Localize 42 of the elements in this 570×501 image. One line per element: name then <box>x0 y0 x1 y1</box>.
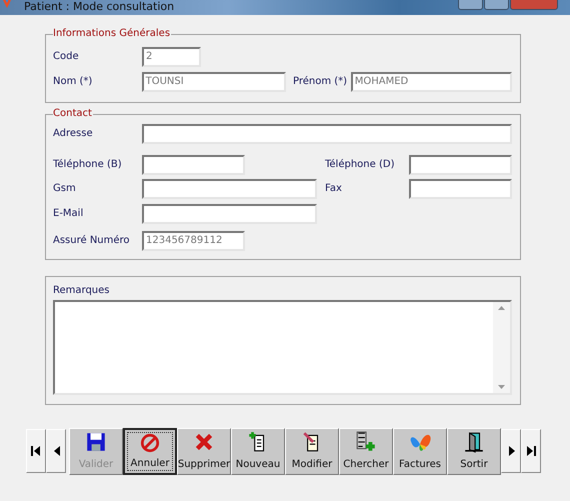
field-label: Nom (*) <box>53 76 94 88</box>
scrollbar[interactable] <box>493 302 510 392</box>
email-field[interactable] <box>142 204 317 224</box>
field-label: Adresse <box>53 128 94 140</box>
phone-field[interactable] <box>142 155 245 175</box>
phone-field[interactable] <box>409 155 512 175</box>
field-label: E-Mail <box>53 208 84 220</box>
previous-record-button[interactable] <box>46 429 66 473</box>
skip-back-icon <box>29 443 43 459</box>
toolbar-button[interactable]: Factures <box>393 428 447 474</box>
toolbar-button[interactable]: Sortir <box>447 428 501 474</box>
toolbar-button[interactable]: Nouveau <box>231 428 285 474</box>
insurance-number-field[interactable]: 123456789112 <box>142 231 245 251</box>
name-field[interactable]: TOUNSI <box>142 72 286 92</box>
remarks-field[interactable] <box>53 300 512 394</box>
first-name-field[interactable]: MOHAMED <box>350 72 512 92</box>
toolbar-button[interactable]: Annuler <box>123 428 177 474</box>
last-record-button[interactable] <box>521 429 541 473</box>
add-list-icon <box>355 430 377 452</box>
field-label: Assuré Numéro <box>53 235 131 247</box>
field-label: Code <box>53 50 80 62</box>
field-label: Fax <box>325 183 343 195</box>
toolbar-button[interactable]: Chercher <box>339 428 393 474</box>
address-field[interactable] <box>142 124 512 144</box>
window-title: Patient : Mode consultation <box>24 0 174 14</box>
exit-door-icon <box>463 430 485 452</box>
prohibited-icon <box>139 432 161 454</box>
skip-forward-icon <box>524 443 538 459</box>
field-label: Téléphone (B) <box>53 159 123 171</box>
fax-field[interactable] <box>409 179 512 199</box>
scroll-down-icon[interactable] <box>498 384 505 388</box>
code-field[interactable]: 2 <box>142 46 201 66</box>
toolbar-button[interactable]: Supprimer <box>177 428 231 474</box>
field-label: Remarques <box>53 285 111 297</box>
first-record-button[interactable] <box>26 429 46 473</box>
mobile-field[interactable] <box>142 179 317 199</box>
field-label: Prénom (*) <box>292 76 348 88</box>
field-label: Téléphone (D) <box>325 159 396 171</box>
scroll-up-icon[interactable] <box>498 306 505 310</box>
toolbar-button[interactable]: Modifier <box>285 428 339 474</box>
field-label: Gsm <box>53 183 77 195</box>
next-record-button[interactable] <box>501 429 521 473</box>
